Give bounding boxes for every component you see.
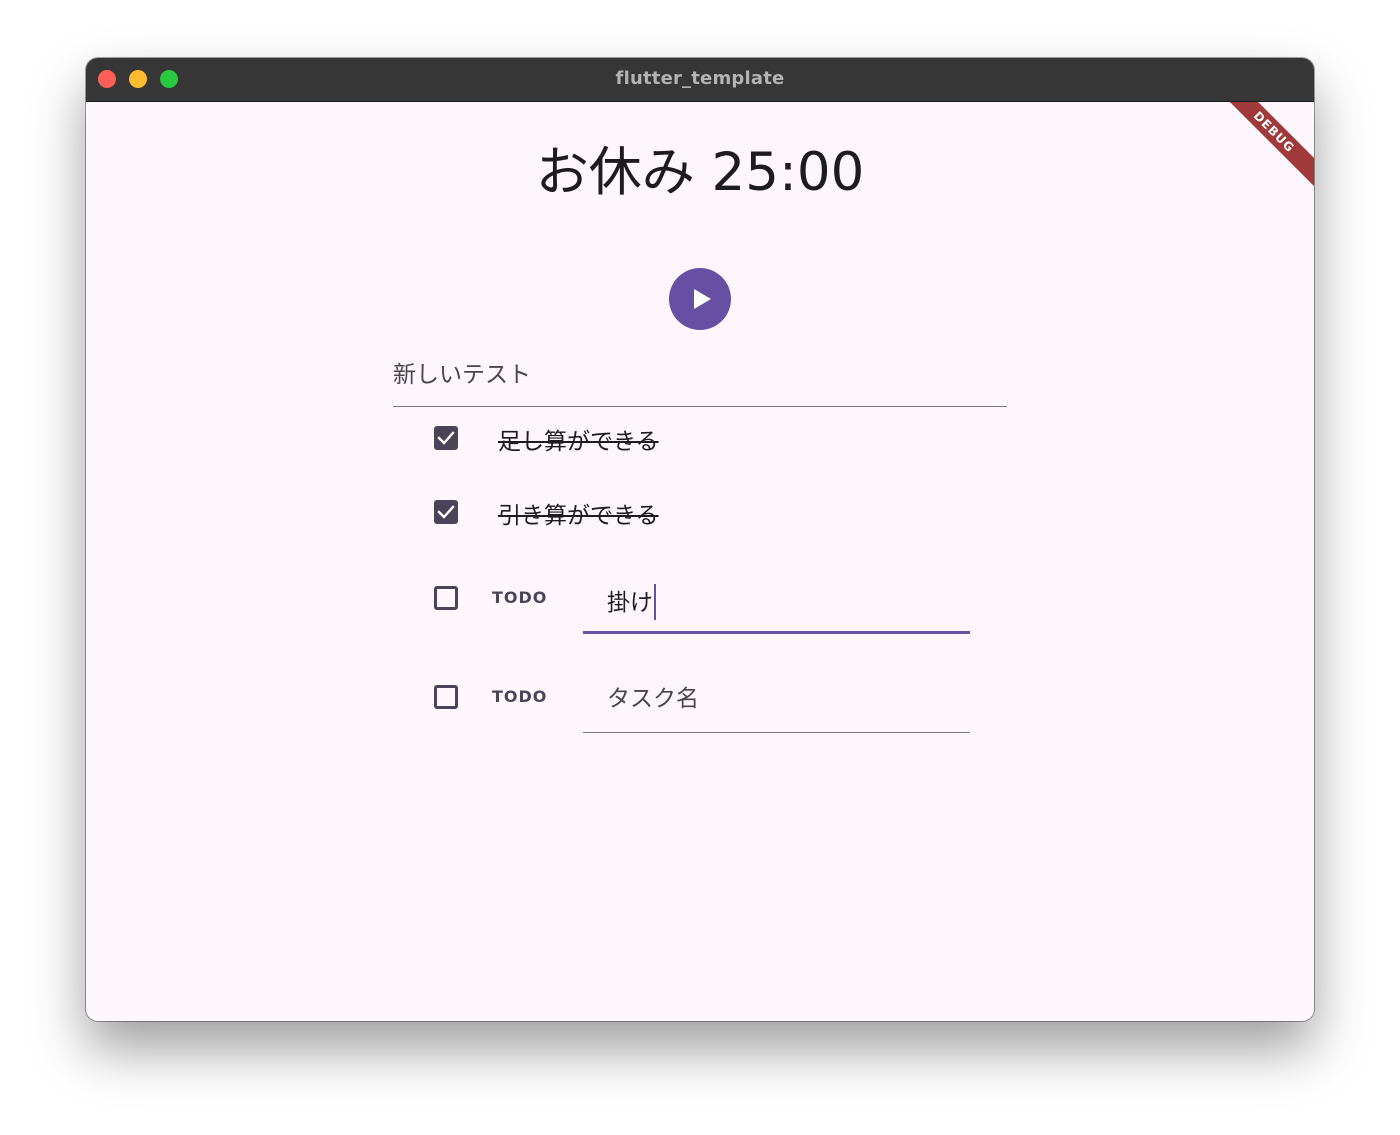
title-bar: flutter_template	[86, 58, 1314, 102]
task-3-checkbox[interactable]	[434, 586, 458, 610]
task-3-todo-label: TODO	[492, 588, 548, 607]
play-icon	[694, 289, 711, 309]
new-test-input[interactable]	[393, 350, 1007, 394]
task-4-todo-label: TODO	[492, 687, 548, 706]
play-button[interactable]	[669, 268, 731, 330]
check-icon	[437, 505, 455, 519]
new-test-field[interactable]	[393, 350, 1007, 407]
text-caret	[654, 584, 656, 620]
app-content: DEBUG お休み 25:00 足し算ができる 引き算ができる TODO	[86, 102, 1314, 1021]
task-3-name-field[interactable]	[583, 578, 970, 634]
task-1-checkbox[interactable]	[434, 426, 458, 450]
task-4-checkbox[interactable]	[434, 685, 458, 709]
app-window: flutter_template DEBUG お休み 25:00 足し算ができる…	[86, 58, 1314, 1021]
task-2-label: 引き算ができる	[498, 503, 659, 529]
task-1-label: 足し算ができる	[498, 429, 659, 455]
window-title: flutter_template	[615, 68, 785, 89]
task-2-checkbox[interactable]	[434, 500, 458, 524]
timer-title: お休み 25:00	[535, 142, 865, 203]
check-icon	[437, 431, 455, 445]
task-3-name-input[interactable]	[607, 578, 947, 622]
task-4-name-field[interactable]	[583, 677, 970, 733]
task-4-name-input[interactable]	[607, 677, 947, 721]
